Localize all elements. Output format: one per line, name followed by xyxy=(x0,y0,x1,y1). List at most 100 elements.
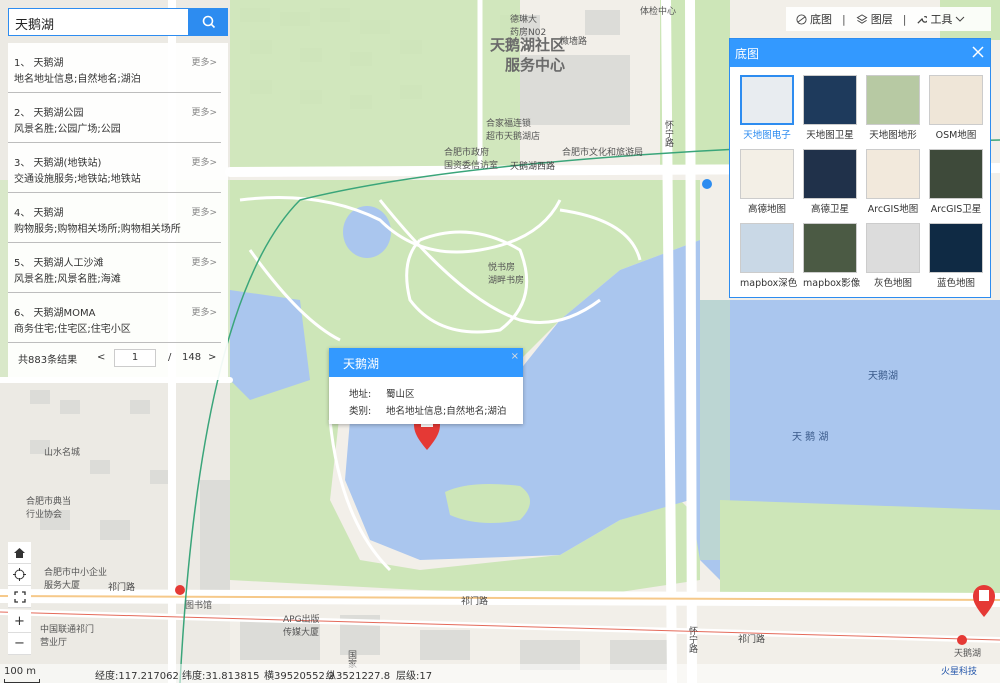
longitude-readout: 经度:117.217062 xyxy=(95,671,179,682)
result-more-link[interactable]: 更多> xyxy=(191,105,217,118)
map-label-weixu: 微墙路 xyxy=(560,37,588,47)
map-controls xyxy=(8,542,31,608)
result-more-link[interactable]: 更多> xyxy=(191,155,217,168)
page-count: 148 xyxy=(182,352,202,363)
map-label-service-center: 服务中心 xyxy=(505,56,566,74)
basemap-thumbnail xyxy=(803,223,857,273)
result-more-link[interactable]: 更多> xyxy=(191,255,217,268)
feature-popup: 天鹅湖 × 地址: 蜀山区 类别: 地名地址信息;自然地名;湖泊 xyxy=(329,348,523,424)
basemap-option[interactable]: 高德卫星 xyxy=(803,149,857,215)
result-title: 2、 天鹅湖公园 xyxy=(14,108,84,119)
basemap-thumbnail xyxy=(866,223,920,273)
map-label-zhongqi: 合肥市中小企业 服务大厦 xyxy=(44,568,108,591)
popup-address-label: 地址: xyxy=(349,389,372,400)
basemap-option-label: ArcGIS卫星 xyxy=(930,204,982,215)
close-icon[interactable] xyxy=(969,43,987,61)
basemap-option[interactable]: 天地图地形 xyxy=(866,75,920,141)
basemap-option[interactable]: 高德地图 xyxy=(740,149,794,215)
search-button[interactable] xyxy=(189,8,228,36)
list-item[interactable]: 2、 天鹅湖公园 更多> 风景名胜;公园广场;公园 xyxy=(8,93,221,143)
zoom-in-button[interactable]: + xyxy=(8,611,31,633)
search-input[interactable] xyxy=(9,9,191,37)
minus-icon: − xyxy=(14,636,25,651)
basemap-option[interactable]: 天地图电子 xyxy=(740,75,794,141)
basemap-panel-title: 底图 xyxy=(735,47,760,61)
basemap-icon xyxy=(796,13,807,25)
basemap-button[interactable]: 底图 xyxy=(796,11,832,27)
map-label-jimen-road-3: 祁门路 xyxy=(738,635,766,645)
basemap-thumbnail xyxy=(803,75,857,125)
result-category: 购物服务;购物相关场所;购物相关场所 xyxy=(14,224,181,235)
locate-button[interactable] xyxy=(8,564,31,586)
scale-label: 100 m xyxy=(4,666,37,677)
popup-category-row: 类别: 地名地址信息;自然地名;湖泊 xyxy=(349,403,506,417)
map-label-huaining-road: 怀宁路 xyxy=(663,120,673,147)
fullscreen-button[interactable] xyxy=(8,586,31,608)
basemap-thumbnail xyxy=(740,149,794,199)
search-box xyxy=(8,8,191,37)
page-input[interactable]: 1 xyxy=(114,349,156,367)
horizontal-readout: 横39520552.2 xyxy=(264,671,335,682)
result-title: 6、 天鹅湖MOMA xyxy=(14,308,96,319)
vertical-readout: 纵3521227.8 xyxy=(326,671,391,682)
home-button[interactable] xyxy=(8,542,31,564)
basemap-option-label: 高德卫星 xyxy=(810,204,849,215)
basemap-thumbnail xyxy=(740,223,794,273)
result-total: 共883条结果 xyxy=(18,355,78,366)
pagination: 共883条结果 < 1 / 148 > xyxy=(8,348,228,374)
latitude-readout: 纬度:31.813815 xyxy=(182,671,260,682)
map-label-pharmacy: 德琳大 药房N02 xyxy=(510,15,547,38)
plus-icon: + xyxy=(14,614,25,629)
basemap-option[interactable]: ArcGIS卫星 xyxy=(929,149,983,215)
basemap-option[interactable]: mapbox影像 xyxy=(803,223,861,289)
result-title: 4、 天鹅湖 xyxy=(14,208,64,219)
list-item[interactable]: 6、 天鹅湖MOMA 更多> 商务住宅;住宅区;住宅小区 xyxy=(8,293,221,343)
toolbar-separator: | xyxy=(902,12,907,26)
list-item[interactable]: 1、 天鹅湖 更多> 地名地址信息;自然地名;湖泊 xyxy=(8,43,221,93)
map-label-jimen-road-2: 祁门路 xyxy=(461,597,489,607)
result-category: 商务住宅;住宅区;住宅小区 xyxy=(14,324,131,335)
chevron-down-icon xyxy=(956,16,965,22)
result-more-link[interactable]: 更多> xyxy=(191,305,217,318)
map-label-library: 图书馆 xyxy=(185,601,213,611)
map-label-tiyu: 体检中心 xyxy=(640,7,677,17)
map-label-huaining-road-2: 怀宁路 xyxy=(687,626,697,653)
layers-button[interactable]: 图层 xyxy=(856,11,893,27)
popup-category-label: 类别: xyxy=(349,406,372,417)
scale-bar xyxy=(4,679,40,683)
poi-pin-icon[interactable] xyxy=(972,584,996,618)
basemap-option[interactable]: 天地图卫星 xyxy=(803,75,857,141)
basemap-option-label: 天地图电子 xyxy=(743,130,791,141)
basemap-option-label: mapbox影像 xyxy=(803,278,861,289)
zoom-out-button[interactable]: − xyxy=(8,633,31,655)
result-category: 风景名胜;风景名胜;海滩 xyxy=(14,274,121,285)
search-results-panel: 1、 天鹅湖 更多> 地名地址信息;自然地名;湖泊 2、 天鹅湖公园 更多> 风景名胜;公… xyxy=(8,43,228,380)
basemap-option-label: 灰色地图 xyxy=(873,278,912,289)
result-more-link[interactable]: 更多> xyxy=(191,55,217,68)
list-item[interactable]: 3、 天鹅湖(地铁站) 更多> 交通设施服务;地铁站;地铁站 xyxy=(8,143,221,193)
map-toolbar: 底图 | 图层 | 工具 xyxy=(786,7,991,31)
popup-address-row: 地址: 蜀山区 xyxy=(349,386,415,400)
tools-label: 工具 xyxy=(930,13,953,26)
tools-button[interactable]: 工具 xyxy=(916,11,965,27)
list-item[interactable]: 4、 天鹅湖 更多> 购物服务;购物相关场所;购物相关场所 xyxy=(8,193,221,243)
basemap-option[interactable]: 灰色地图 xyxy=(866,223,920,289)
basemap-option[interactable]: OSM地图 xyxy=(929,75,983,141)
basemap-option-label: 高德地图 xyxy=(747,204,786,215)
map-label-metro: 天鹅湖 xyxy=(954,649,982,659)
list-item[interactable]: 5、 天鹅湖人工沙滩 更多> 风景名胜;风景名胜;海滩 xyxy=(8,243,221,293)
popup-close-button[interactable]: × xyxy=(511,351,519,362)
basemap-thumbnail xyxy=(866,75,920,125)
next-page-button[interactable]: > xyxy=(208,352,216,363)
fullscreen-icon xyxy=(13,590,26,603)
basemap-option[interactable]: ArcGIS地图 xyxy=(866,149,920,215)
basemap-thumbnail xyxy=(866,149,920,199)
result-more-link[interactable]: 更多> xyxy=(191,205,217,218)
popup-category-value: 地名地址信息;自然地名;湖泊 xyxy=(386,406,507,417)
basemap-option[interactable]: mapbox深色 xyxy=(740,223,797,289)
prev-page-button[interactable]: < xyxy=(97,352,105,363)
map-label-xinfang: 合肥市政府 国资委信访室 xyxy=(444,148,499,171)
map-label-shanshui: 山水名城 xyxy=(44,448,81,458)
basemap-option[interactable]: 蓝色地图 xyxy=(929,223,983,289)
map-label-lianhe: 中国联通祁门 营业厅 xyxy=(40,625,95,648)
